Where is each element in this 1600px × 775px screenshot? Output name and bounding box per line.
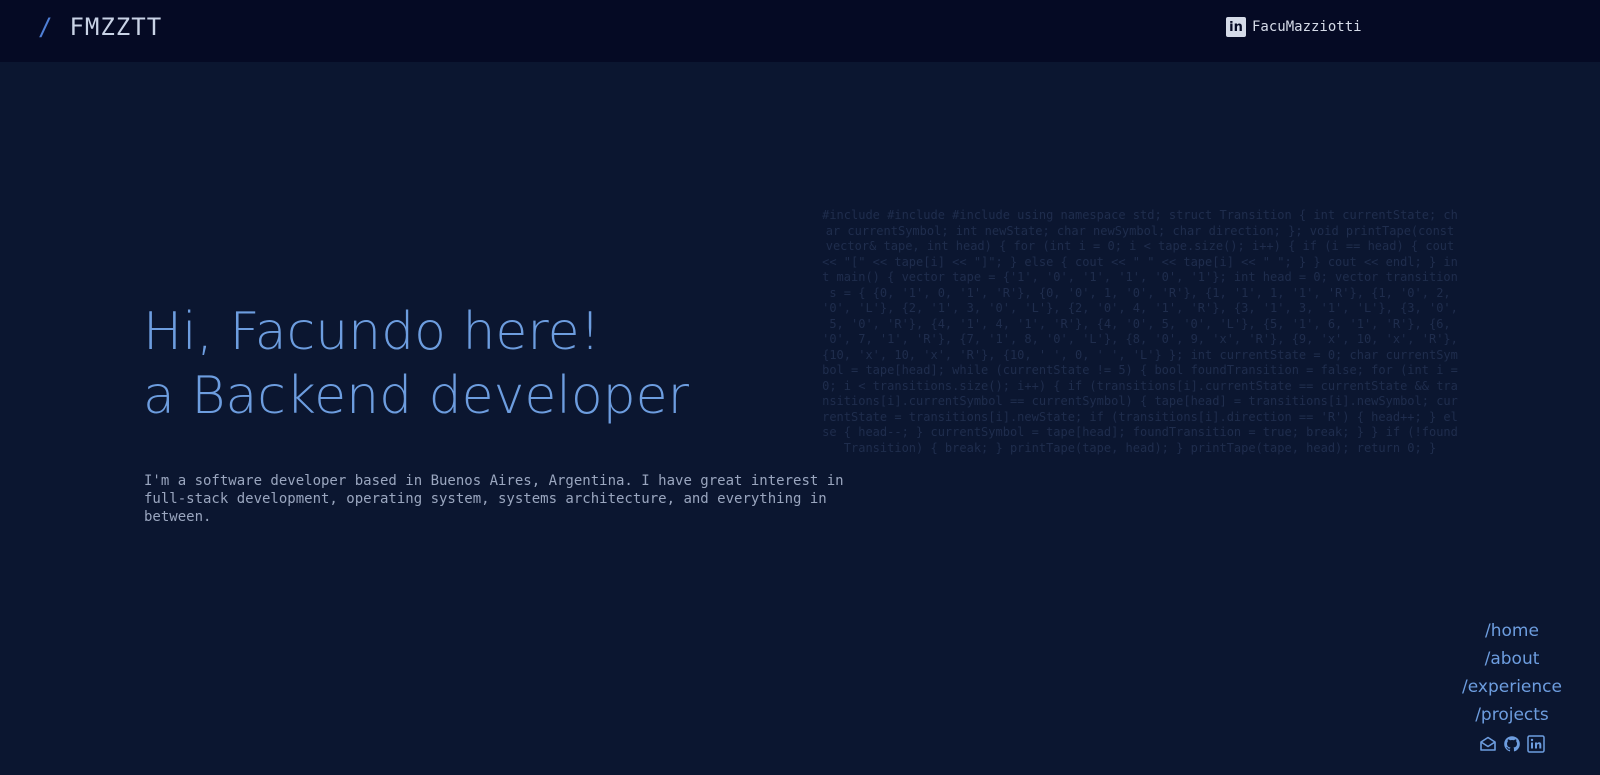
- hero-headline: Hi, Facundo here! a Backend developer: [143, 300, 689, 428]
- nav-about[interactable]: /about: [1485, 645, 1540, 673]
- linkedin-icon: in: [1226, 17, 1246, 37]
- linkedin-icon[interactable]: [1527, 735, 1545, 753]
- linkedin-profile-link[interactable]: in FacuMazziotti: [1226, 17, 1362, 37]
- social-links: [1479, 735, 1545, 753]
- hero-line-1: Hi, Facundo here!: [143, 302, 601, 362]
- nav-home[interactable]: /home: [1485, 617, 1539, 645]
- profile-label: FacuMazziotti: [1252, 19, 1362, 35]
- github-icon[interactable]: [1503, 735, 1521, 753]
- brand-slash: /: [38, 13, 54, 41]
- brand-logo[interactable]: / FMZZTT: [38, 13, 162, 41]
- background-code: #include #include #include using namespa…: [822, 208, 1458, 455]
- side-nav: /home /about /experience /projects: [1452, 617, 1572, 753]
- hero-intro: I'm a software developer based in Buenos…: [144, 473, 844, 525]
- mail-icon[interactable]: [1479, 735, 1497, 753]
- nav-experience[interactable]: /experience: [1462, 673, 1562, 701]
- nav-projects[interactable]: /projects: [1475, 701, 1549, 729]
- hero-line-2: a Backend developer: [143, 366, 690, 426]
- top-bar: / FMZZTT in FacuMazziotti: [0, 0, 1600, 62]
- brand-name: FMZZTT: [69, 13, 163, 41]
